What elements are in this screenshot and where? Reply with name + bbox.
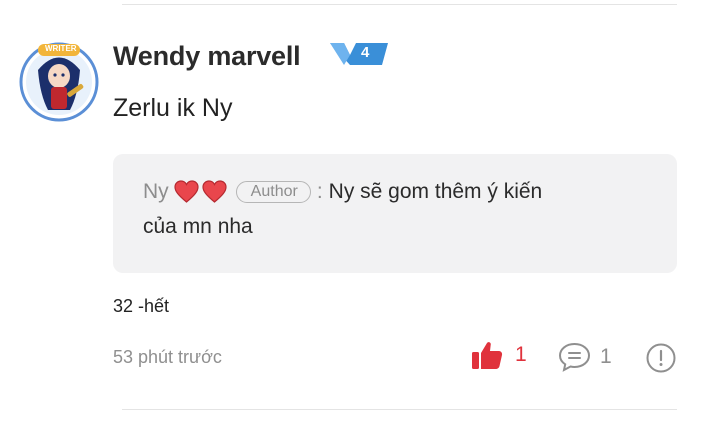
comment-author-name[interactable]: Wendy marvell xyxy=(113,41,301,72)
thumbs-up-icon xyxy=(472,342,503,369)
reply-colon: : xyxy=(316,180,323,203)
like-button[interactable]: 1 xyxy=(471,340,527,370)
like-count: 1 xyxy=(515,343,527,366)
avatar[interactable]: WRITER xyxy=(18,40,100,122)
comment-bubble-icon xyxy=(558,342,591,372)
reply-text-line2: của mn nha xyxy=(143,215,253,238)
quoted-reply[interactable]: Ny Author : Ny sẽ gom thêm ý kiến của mn… xyxy=(113,154,677,273)
level-badge: 4 xyxy=(330,42,388,66)
reply-author-name[interactable]: Ny xyxy=(143,180,169,204)
reply-text-line1: Ny sẽ gom thêm ý kiến xyxy=(328,180,543,203)
avatar-badge-label: WRITER xyxy=(45,44,77,53)
comment-text: Zerlu ik Ny xyxy=(113,94,233,122)
comment-timestamp: 53 phút trước xyxy=(113,347,222,367)
level-badge-icon xyxy=(330,43,388,65)
reply-button[interactable]: 1 xyxy=(558,342,612,372)
report-icon xyxy=(646,343,676,373)
top-divider xyxy=(122,4,677,5)
level-number: 4 xyxy=(361,44,370,61)
bottom-divider xyxy=(122,409,677,410)
author-tag: Author xyxy=(235,181,311,203)
heart-icon xyxy=(174,180,199,204)
reply-count: 1 xyxy=(600,345,612,368)
comment-footnote: 32 -hết xyxy=(113,296,170,316)
reply-header: Ny Author : Ny sẽ gom thêm ý kiến xyxy=(143,180,542,204)
report-button[interactable] xyxy=(646,343,676,373)
heart-icon xyxy=(202,180,227,204)
